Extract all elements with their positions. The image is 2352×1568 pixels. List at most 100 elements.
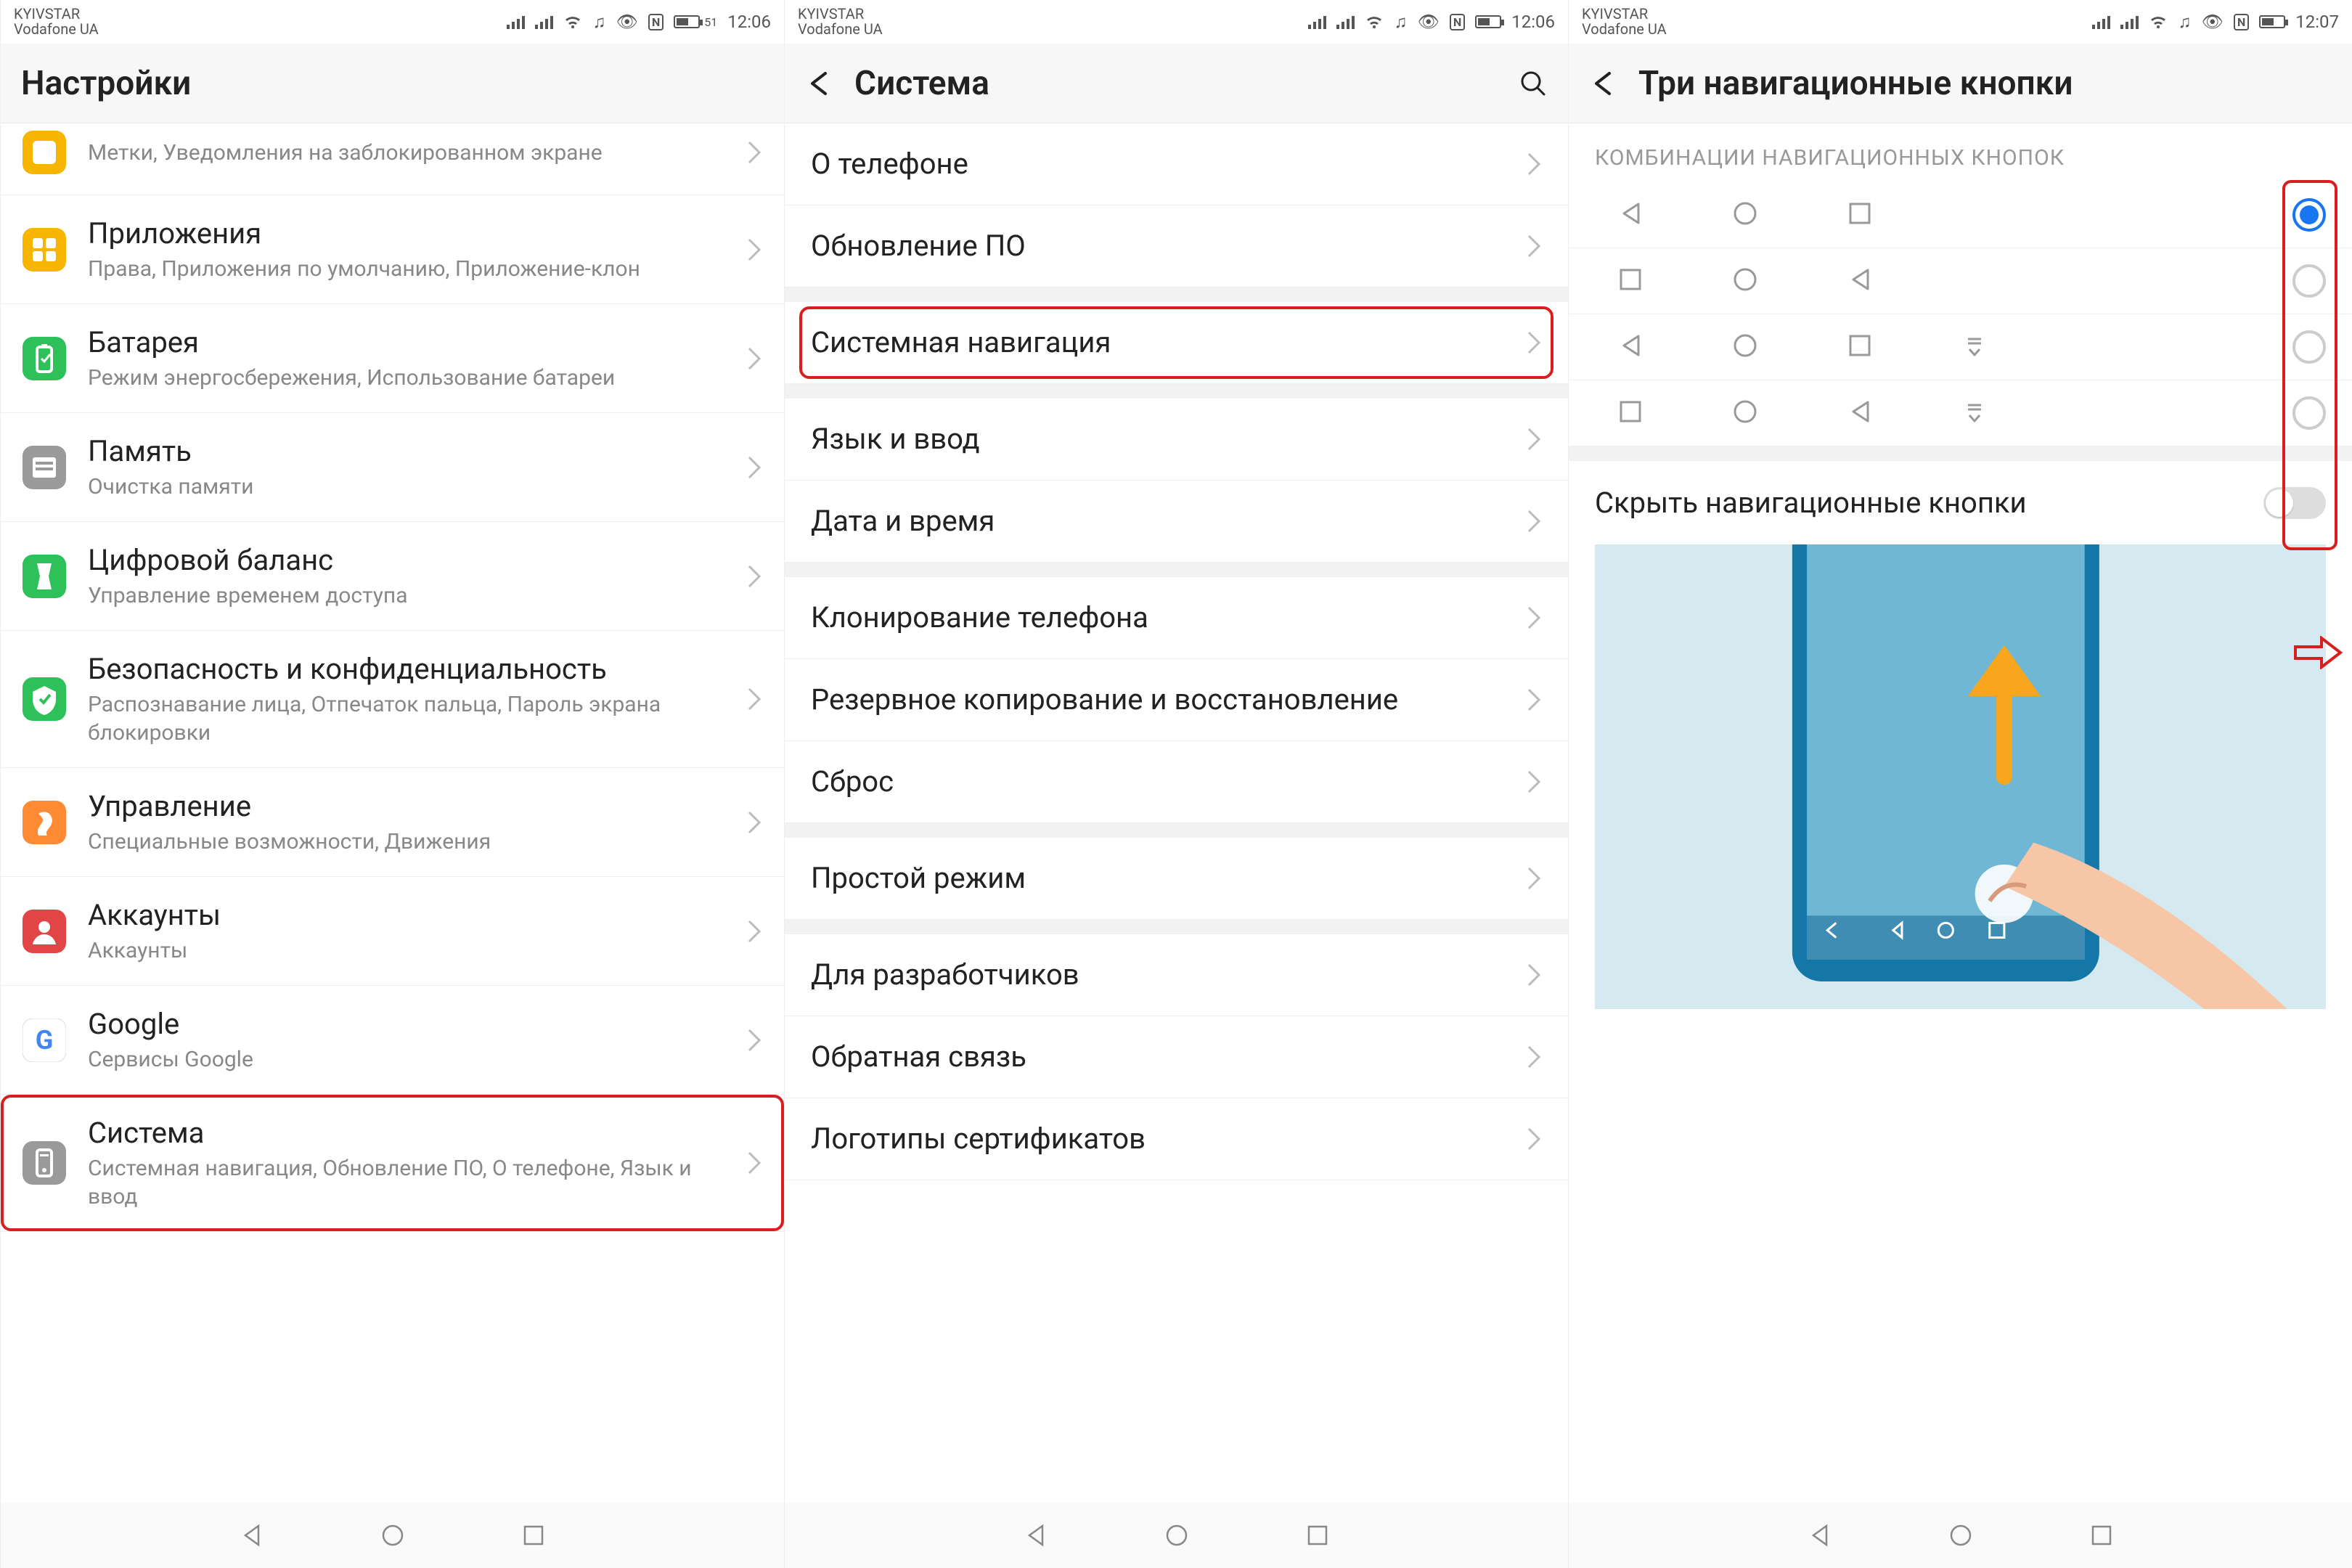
- nav-home-icon[interactable]: [1948, 1523, 1973, 1548]
- system-item[interactable]: Клонирование телефона: [785, 577, 1568, 659]
- system-item[interactable]: О телефоне: [785, 123, 1568, 205]
- battery-icon: [2259, 15, 2285, 28]
- settings-item-8[interactable]: GGoogleСервисы Google: [1, 986, 784, 1095]
- nav-back-icon[interactable]: [1024, 1523, 1048, 1548]
- gesture-illustration: [1595, 544, 2326, 1009]
- back-icon[interactable]: [1589, 69, 1618, 98]
- system-item[interactable]: Резервное копирование и восстановление: [785, 659, 1568, 741]
- header: Система: [785, 44, 1568, 123]
- nav-recent-icon[interactable]: [1305, 1523, 1330, 1548]
- header: Настройки: [1, 44, 784, 123]
- settings-item-0[interactable]: Метки, Уведомления на заблокированном эк…: [1, 123, 784, 195]
- nav-combo-radio[interactable]: [2292, 330, 2326, 364]
- status-time: 12:06: [727, 12, 771, 32]
- system-item-label: Обновление ПО: [811, 227, 1526, 265]
- nav-recent-icon[interactable]: [2089, 1523, 2114, 1548]
- header: Три навигационные кнопки: [1569, 44, 2352, 123]
- nav-back-icon[interactable]: [1808, 1523, 1832, 1548]
- system-item[interactable]: Простой режим: [785, 838, 1568, 920]
- status-time: 12:06: [1511, 12, 1555, 32]
- system-item[interactable]: Обновление ПО: [785, 205, 1568, 287]
- section-title: КОМБИНАЦИИ НАВИГАЦИОННЫХ КНОПОК: [1569, 123, 2352, 182]
- hide-nav-toggle[interactable]: [2263, 487, 2326, 519]
- nav-back-icon[interactable]: [240, 1523, 264, 1548]
- settings-panel: KYIVSTAR Vodafone UA ♫ 👁 N 51 12:06 Наст…: [0, 0, 784, 1568]
- system-item[interactable]: Дата и время: [785, 481, 1568, 563]
- settings-item-icon: [23, 1141, 66, 1185]
- circle-icon: [1731, 266, 1759, 296]
- settings-item-icon: G: [23, 1018, 66, 1062]
- nav-bar: [1, 1503, 784, 1568]
- system-item-label: О телефоне: [811, 145, 1526, 183]
- system-item-label: Язык и ввод: [811, 420, 1526, 458]
- settings-item-icon: [23, 910, 66, 953]
- nav-combo-row[interactable]: [1569, 380, 2352, 446]
- system-item[interactable]: Язык и ввод: [785, 399, 1568, 481]
- nav-combo-row[interactable]: [1569, 182, 2352, 248]
- settings-item-5[interactable]: Безопасность и конфиденциальностьРаспозн…: [1, 631, 784, 768]
- system-item[interactable]: Сброс: [785, 741, 1568, 823]
- system-list[interactable]: О телефоне Обновление ПО Системная навигац…: [785, 123, 1568, 1568]
- nfc-icon: N: [2234, 14, 2249, 30]
- headphone-icon: ♫: [1394, 12, 1407, 33]
- settings-item-2[interactable]: БатареяРежим энергосбережения, Использов…: [1, 304, 784, 413]
- system-item[interactable]: Логотипы сертификатов: [785, 1098, 1568, 1180]
- headphone-icon: ♫: [2178, 12, 2191, 33]
- page-title: Система: [854, 64, 1519, 103]
- settings-item-icon: [23, 801, 66, 844]
- settings-item-1[interactable]: ПриложенияПрава, Приложения по умолчанию…: [1, 195, 784, 304]
- nav-recent-icon[interactable]: [521, 1523, 546, 1548]
- search-icon[interactable]: [1519, 69, 1548, 98]
- settings-item-icon: [23, 131, 66, 174]
- nav-buttons-panel: KYIVSTAR Vodafone UA ♫ 👁 N 12:07 Три нав…: [1568, 0, 2352, 1568]
- nav-combo-row[interactable]: [1569, 314, 2352, 380]
- settings-item-7[interactable]: АккаунтыАккаунты: [1, 877, 784, 986]
- nav-combo-radio[interactable]: [2292, 264, 2326, 298]
- settings-item-title: Батарея: [88, 324, 746, 361]
- settings-item-3[interactable]: ПамятьОчистка памяти: [1, 413, 784, 522]
- settings-item-subtitle: Специальные возможности, Движения: [88, 828, 746, 856]
- settings-list[interactable]: Метки, Уведомления на заблокированном эк…: [1, 123, 784, 1568]
- settings-item-subtitle: Управление временем доступа: [88, 581, 746, 610]
- settings-item-icon: [23, 446, 66, 489]
- system-item[interactable]: Обратная связь: [785, 1016, 1568, 1098]
- nav-home-icon[interactable]: [1164, 1523, 1189, 1548]
- settings-item-9[interactable]: СистемаСистемная навигация, Обновление П…: [1, 1095, 784, 1232]
- page-title: Настройки: [21, 64, 764, 103]
- settings-item-subtitle: Очистка памяти: [88, 473, 746, 501]
- system-item-label: Клонирование телефона: [811, 599, 1526, 637]
- settings-item-title: Аккаунты: [88, 897, 746, 934]
- system-item[interactable]: Системная навигация: [785, 302, 1568, 384]
- settings-item-4[interactable]: Цифровой балансУправление временем досту…: [1, 522, 784, 631]
- wifi-icon: [563, 14, 582, 30]
- statusbar: KYIVSTAR Vodafone UA ♫ 👁 N 51 12:06: [1, 0, 784, 44]
- nav-bar: [785, 1503, 1568, 1568]
- statusbar: KYIVSTAR Vodafone UA ♫ 👁 N 12:07: [1569, 0, 2352, 44]
- signal-icon: [1336, 15, 1355, 29]
- signal-icon: [2120, 15, 2139, 29]
- nav-config: КОМБИНАЦИИ НАВИГАЦИОННЫХ КНОПОК Скрыть н…: [1569, 123, 2352, 1568]
- page-title: Три навигационные кнопки: [1638, 64, 2332, 103]
- svg-text:G: G: [36, 1025, 54, 1055]
- tri-left-icon: [1846, 398, 1874, 428]
- nav-combo-row[interactable]: [1569, 248, 2352, 314]
- back-icon[interactable]: [805, 69, 834, 98]
- circle-icon: [1731, 398, 1759, 428]
- settings-item-icon: [23, 337, 66, 380]
- settings-item-icon: [23, 677, 66, 721]
- settings-item-subtitle: Распознавание лица, Отпечаток пальца, Па…: [88, 690, 746, 747]
- system-item-label: Системная навигация: [811, 324, 1526, 362]
- nav-home-icon[interactable]: [380, 1523, 405, 1548]
- nav-combo-radio[interactable]: [2292, 396, 2326, 430]
- nav-combo-radio[interactable]: [2292, 198, 2326, 232]
- system-panel: KYIVSTAR Vodafone UA ♫ 👁 N 12:06 Система…: [784, 0, 1568, 1568]
- square-icon: [1846, 200, 1874, 230]
- highlight-arrow-icon: [2292, 636, 2343, 669]
- system-item-label: Простой режим: [811, 859, 1526, 897]
- circle-icon: [1731, 332, 1759, 362]
- nfc-icon: N: [1450, 14, 1465, 30]
- battery-icon: [1475, 15, 1501, 28]
- system-item[interactable]: Для разработчиков: [785, 934, 1568, 1016]
- square-icon: [1617, 398, 1644, 428]
- settings-item-6[interactable]: УправлениеСпециальные возможности, Движе…: [1, 768, 784, 877]
